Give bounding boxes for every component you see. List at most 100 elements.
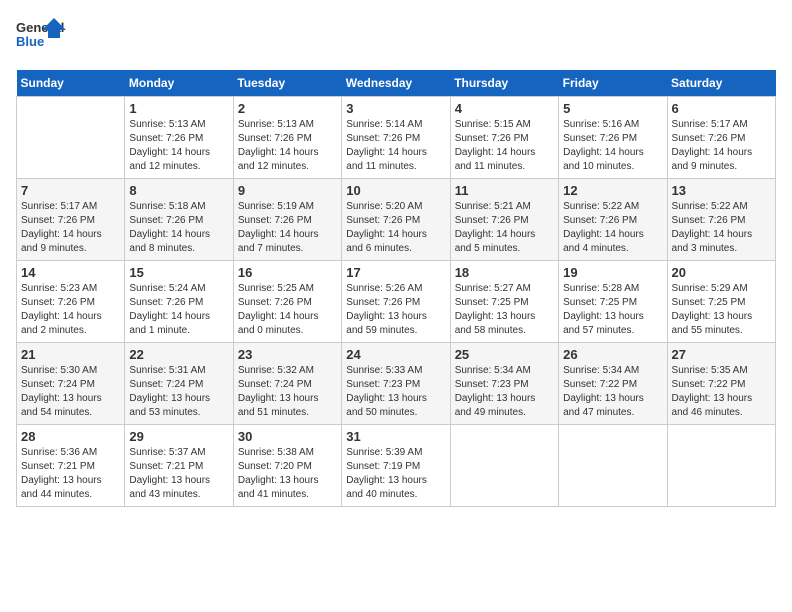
day-number: 18 bbox=[455, 265, 554, 280]
day-number: 28 bbox=[21, 429, 120, 444]
day-info: Sunrise: 5:23 AM Sunset: 7:26 PM Dayligh… bbox=[21, 282, 120, 338]
day-header-sunday: Sunday bbox=[17, 70, 125, 97]
day-number: 16 bbox=[238, 265, 337, 280]
day-number: 26 bbox=[563, 347, 662, 362]
week-row-2: 7 Sunrise: 5:17 AM Sunset: 7:26 PM Daylig… bbox=[17, 179, 776, 261]
day-info: Sunrise: 5:16 AM Sunset: 7:26 PM Dayligh… bbox=[563, 118, 662, 174]
day-info: Sunrise: 5:37 AM Sunset: 7:21 PM Dayligh… bbox=[129, 446, 228, 502]
day-info: Sunrise: 5:34 AM Sunset: 7:23 PM Dayligh… bbox=[455, 364, 554, 420]
calendar-table: SundayMondayTuesdayWednesdayThursdayFrid… bbox=[16, 70, 776, 507]
calendar-cell: 10 Sunrise: 5:20 AM Sunset: 7:26 PM Dayli… bbox=[342, 179, 450, 261]
calendar-cell: 30 Sunrise: 5:38 AM Sunset: 7:20 PM Dayli… bbox=[233, 425, 341, 507]
day-info: Sunrise: 5:14 AM Sunset: 7:26 PM Dayligh… bbox=[346, 118, 445, 174]
day-number: 6 bbox=[672, 101, 771, 116]
week-row-1: 1Sunrise: 5:13 AM Sunset: 7:26 PM Daylig… bbox=[17, 97, 776, 179]
day-number: 12 bbox=[563, 183, 662, 198]
day-header-tuesday: Tuesday bbox=[233, 70, 341, 97]
day-header-monday: Monday bbox=[125, 70, 233, 97]
day-number: 7 bbox=[21, 183, 120, 198]
calendar-cell: 18Sunrise: 5:27 AM Sunset: 7:25 PM Dayli… bbox=[450, 261, 558, 343]
week-row-3: 14 Sunrise: 5:23 AM Sunset: 7:26 PM Dayli… bbox=[17, 261, 776, 343]
calendar-cell: 8 Sunrise: 5:18 AM Sunset: 7:26 PM Daylig… bbox=[125, 179, 233, 261]
svg-text:Blue: Blue bbox=[16, 34, 44, 49]
calendar-cell: 19 Sunrise: 5:28 AM Sunset: 7:25 PM Dayli… bbox=[559, 261, 667, 343]
day-header-thursday: Thursday bbox=[450, 70, 558, 97]
calendar-cell: 23 Sunrise: 5:32 AM Sunset: 7:24 PM Dayli… bbox=[233, 343, 341, 425]
day-number: 4 bbox=[455, 101, 554, 116]
calendar-cell: 6 Sunrise: 5:17 AM Sunset: 7:26 PM Daylig… bbox=[667, 97, 775, 179]
day-number: 3 bbox=[346, 101, 445, 116]
day-number: 2 bbox=[238, 101, 337, 116]
day-number: 21 bbox=[21, 347, 120, 362]
day-number: 23 bbox=[238, 347, 337, 362]
day-info: Sunrise: 5:17 AM Sunset: 7:26 PM Dayligh… bbox=[672, 118, 771, 174]
day-info: Sunrise: 5:21 AM Sunset: 7:26 PM Dayligh… bbox=[455, 200, 554, 256]
calendar-cell bbox=[667, 425, 775, 507]
calendar-cell: 15 Sunrise: 5:24 AM Sunset: 7:26 PM Dayli… bbox=[125, 261, 233, 343]
day-info: Sunrise: 5:39 AM Sunset: 7:19 PM Dayligh… bbox=[346, 446, 445, 502]
day-info: Sunrise: 5:24 AM Sunset: 7:26 PM Dayligh… bbox=[129, 282, 228, 338]
day-info: Sunrise: 5:32 AM Sunset: 7:24 PM Dayligh… bbox=[238, 364, 337, 420]
day-info: Sunrise: 5:26 AM Sunset: 7:26 PM Dayligh… bbox=[346, 282, 445, 338]
day-info: Sunrise: 5:19 AM Sunset: 7:26 PM Dayligh… bbox=[238, 200, 337, 256]
day-header-wednesday: Wednesday bbox=[342, 70, 450, 97]
calendar-cell: 26 Sunrise: 5:34 AM Sunset: 7:22 PM Dayli… bbox=[559, 343, 667, 425]
calendar-cell: 2 Sunrise: 5:13 AM Sunset: 7:26 PM Daylig… bbox=[233, 97, 341, 179]
day-info: Sunrise: 5:13 AM Sunset: 7:26 PM Dayligh… bbox=[238, 118, 337, 174]
header-row: SundayMondayTuesdayWednesdayThursdayFrid… bbox=[17, 70, 776, 97]
day-info: Sunrise: 5:36 AM Sunset: 7:21 PM Dayligh… bbox=[21, 446, 120, 502]
day-number: 10 bbox=[346, 183, 445, 198]
day-number: 8 bbox=[129, 183, 228, 198]
day-number: 20 bbox=[672, 265, 771, 280]
day-info: Sunrise: 5:15 AM Sunset: 7:26 PM Dayligh… bbox=[455, 118, 554, 174]
calendar-cell: 7 Sunrise: 5:17 AM Sunset: 7:26 PM Daylig… bbox=[17, 179, 125, 261]
calendar-cell bbox=[450, 425, 558, 507]
day-number: 14 bbox=[21, 265, 120, 280]
calendar-cell bbox=[559, 425, 667, 507]
day-info: Sunrise: 5:33 AM Sunset: 7:23 PM Dayligh… bbox=[346, 364, 445, 420]
day-number: 15 bbox=[129, 265, 228, 280]
day-number: 29 bbox=[129, 429, 228, 444]
day-number: 30 bbox=[238, 429, 337, 444]
calendar-cell: 24Sunrise: 5:33 AM Sunset: 7:23 PM Dayli… bbox=[342, 343, 450, 425]
day-info: Sunrise: 5:38 AM Sunset: 7:20 PM Dayligh… bbox=[238, 446, 337, 502]
calendar-cell: 25 Sunrise: 5:34 AM Sunset: 7:23 PM Dayli… bbox=[450, 343, 558, 425]
logo: GeneralBlue bbox=[16, 16, 66, 58]
week-row-5: 28 Sunrise: 5:36 AM Sunset: 7:21 PM Dayli… bbox=[17, 425, 776, 507]
day-number: 31 bbox=[346, 429, 445, 444]
day-info: Sunrise: 5:13 AM Sunset: 7:26 PM Dayligh… bbox=[129, 118, 228, 174]
calendar-cell: 5Sunrise: 5:16 AM Sunset: 7:26 PM Daylig… bbox=[559, 97, 667, 179]
day-info: Sunrise: 5:29 AM Sunset: 7:25 PM Dayligh… bbox=[672, 282, 771, 338]
week-row-4: 21Sunrise: 5:30 AM Sunset: 7:24 PM Dayli… bbox=[17, 343, 776, 425]
logo-svg: GeneralBlue bbox=[16, 16, 66, 58]
day-info: Sunrise: 5:17 AM Sunset: 7:26 PM Dayligh… bbox=[21, 200, 120, 256]
calendar-cell: 4 Sunrise: 5:15 AM Sunset: 7:26 PM Daylig… bbox=[450, 97, 558, 179]
day-info: Sunrise: 5:25 AM Sunset: 7:26 PM Dayligh… bbox=[238, 282, 337, 338]
day-number: 22 bbox=[129, 347, 228, 362]
day-number: 13 bbox=[672, 183, 771, 198]
day-number: 9 bbox=[238, 183, 337, 198]
day-info: Sunrise: 5:22 AM Sunset: 7:26 PM Dayligh… bbox=[563, 200, 662, 256]
calendar-cell: 28 Sunrise: 5:36 AM Sunset: 7:21 PM Dayli… bbox=[17, 425, 125, 507]
calendar-cell: 29 Sunrise: 5:37 AM Sunset: 7:21 PM Dayli… bbox=[125, 425, 233, 507]
calendar-cell: 27 Sunrise: 5:35 AM Sunset: 7:22 PM Dayli… bbox=[667, 343, 775, 425]
calendar-cell: 11 Sunrise: 5:21 AM Sunset: 7:26 PM Dayli… bbox=[450, 179, 558, 261]
day-number: 25 bbox=[455, 347, 554, 362]
calendar-cell: 9 Sunrise: 5:19 AM Sunset: 7:26 PM Daylig… bbox=[233, 179, 341, 261]
page-header: GeneralBlue bbox=[16, 16, 776, 58]
day-number: 19 bbox=[563, 265, 662, 280]
day-number: 11 bbox=[455, 183, 554, 198]
day-header-friday: Friday bbox=[559, 70, 667, 97]
calendar-cell: 21Sunrise: 5:30 AM Sunset: 7:24 PM Dayli… bbox=[17, 343, 125, 425]
calendar-cell: 3 Sunrise: 5:14 AM Sunset: 7:26 PM Daylig… bbox=[342, 97, 450, 179]
day-info: Sunrise: 5:20 AM Sunset: 7:26 PM Dayligh… bbox=[346, 200, 445, 256]
calendar-cell: 16 Sunrise: 5:25 AM Sunset: 7:26 PM Dayli… bbox=[233, 261, 341, 343]
calendar-cell: 17 Sunrise: 5:26 AM Sunset: 7:26 PM Dayli… bbox=[342, 261, 450, 343]
day-number: 27 bbox=[672, 347, 771, 362]
day-info: Sunrise: 5:34 AM Sunset: 7:22 PM Dayligh… bbox=[563, 364, 662, 420]
day-info: Sunrise: 5:28 AM Sunset: 7:25 PM Dayligh… bbox=[563, 282, 662, 338]
day-info: Sunrise: 5:18 AM Sunset: 7:26 PM Dayligh… bbox=[129, 200, 228, 256]
day-info: Sunrise: 5:35 AM Sunset: 7:22 PM Dayligh… bbox=[672, 364, 771, 420]
day-number: 17 bbox=[346, 265, 445, 280]
calendar-cell bbox=[17, 97, 125, 179]
